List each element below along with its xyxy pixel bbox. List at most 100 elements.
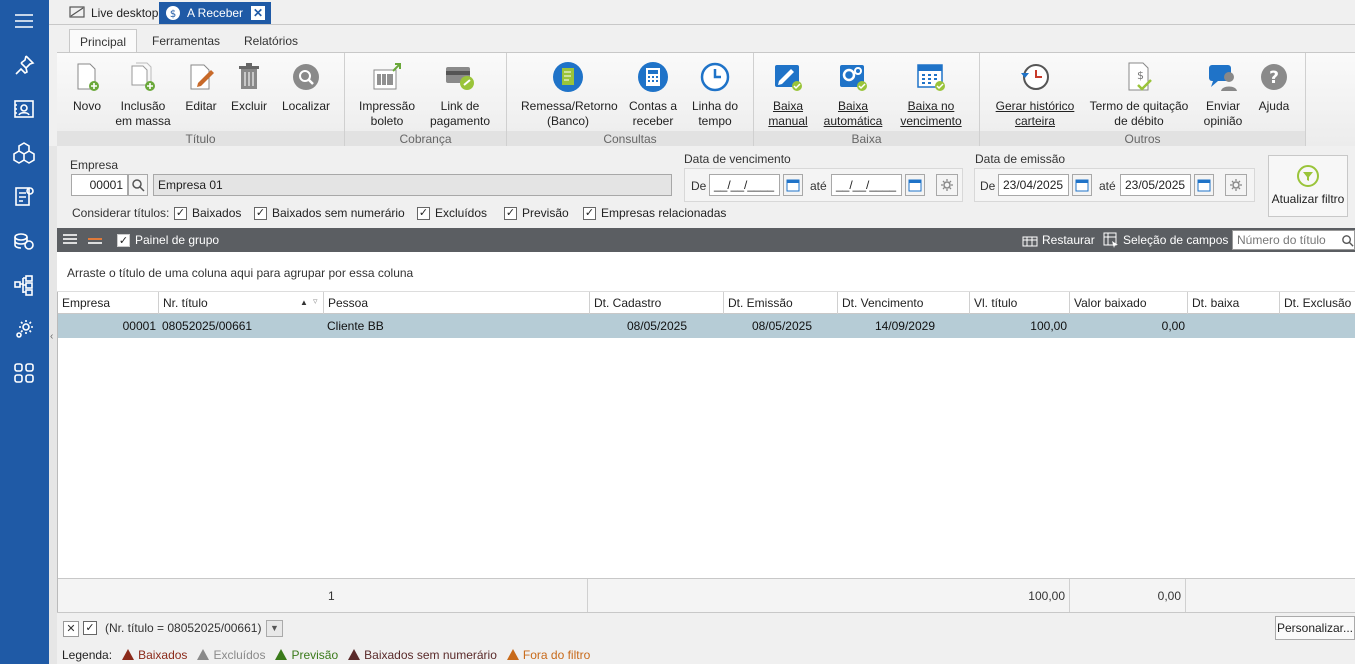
clear-filter-button[interactable]: ✕ (63, 621, 79, 637)
novo-button[interactable]: Novo (67, 61, 107, 114)
col-dt-emissao[interactable]: Dt. Emissão (724, 292, 838, 314)
filter-refresh-icon (1297, 165, 1319, 187)
venc-from-input[interactable]: __/__/____ (709, 174, 780, 196)
painel-label: Painel de grupo (135, 233, 220, 247)
emis-from-calendar-button[interactable] (1072, 174, 1092, 196)
col-dt-baixa[interactable]: Dt. baixa (1188, 292, 1280, 314)
baixa-vencimento-button[interactable]: Baixa no vencimento (896, 61, 966, 129)
filter-enabled-checkbox[interactable]: ✓ (83, 621, 97, 635)
selecao-campos-button[interactable]: Seleção de campos (1103, 228, 1228, 252)
group-by-panel[interactable]: Arraste o título de uma coluna aqui para… (57, 252, 1355, 292)
check-empresas-relacionadas[interactable]: ✓ Empresas relacionadas (583, 206, 726, 220)
col-empresa[interactable]: Empresa (58, 292, 159, 314)
considerar-label: Considerar títulos: (72, 206, 170, 220)
cubes-icon[interactable] (9, 138, 39, 168)
collapse-rows-icon[interactable] (87, 228, 103, 252)
menu-icon[interactable] (9, 6, 39, 36)
venc-options-button[interactable] (936, 174, 958, 196)
legend-item-excluidos: Excluídos (197, 648, 265, 662)
inclusao-em-massa-button[interactable]: Inclusão em massa (113, 61, 173, 129)
excluir-label: Excluir (230, 99, 267, 113)
venc-from-calendar-button[interactable] (783, 174, 803, 196)
settings-icon[interactable] (9, 314, 39, 344)
editar-button[interactable]: Editar (181, 61, 221, 114)
personalizar-button[interactable]: Personalizar... (1275, 616, 1355, 640)
opiniao-label: Enviar opinião (1203, 99, 1243, 128)
baixa-automatica-button[interactable]: Baixa automática (820, 61, 886, 129)
check-empresas-label: Empresas relacionadas (601, 206, 727, 220)
ribbon-tab-ferramentas[interactable]: Ferramentas (142, 29, 230, 53)
close-tab-button[interactable]: ✕ (251, 6, 266, 20)
calendar-check-icon (915, 61, 947, 93)
ajuda-button[interactable]: ? Ajuda (1254, 61, 1294, 114)
ribbon-tab-relatorios[interactable]: Relatórios (234, 29, 308, 53)
expand-rows-icon[interactable] (62, 228, 78, 252)
restaurar-button[interactable]: Restaurar (1022, 228, 1095, 252)
emis-options-button[interactable] (1225, 174, 1247, 196)
termo-quitacao-button[interactable]: $ Termo de quitação de débito (1088, 61, 1190, 129)
filter-icon[interactable]: ▿ (313, 292, 318, 312)
pin-icon[interactable] (9, 50, 39, 80)
tab-live-desktop[interactable]: Live desktop (63, 2, 164, 24)
tab-a-receber[interactable]: $ A Receber ✕ (159, 2, 272, 24)
table-row[interactable]: 00001 08052025/00661 Cliente BB 08/05/20… (58, 314, 1355, 338)
legend-label: Legenda: (62, 647, 113, 662)
link-pagamento-button[interactable]: Link de pagamento (427, 61, 493, 129)
sort-ascending-icon: ▲ (300, 298, 308, 307)
col-vl-titulo[interactable]: Vl. título (970, 292, 1070, 314)
gear-icon (941, 179, 953, 191)
remessa-retorno-button[interactable]: Remessa/Retorno (Banco) (521, 61, 618, 129)
filter-expression[interactable]: (Nr. título = 08052025/00661) (105, 621, 261, 635)
coins-icon[interactable] (9, 226, 39, 256)
clock-icon (699, 61, 731, 93)
desktop-icon (69, 6, 85, 18)
invoice-icon[interactable] (9, 182, 39, 212)
venc-to-calendar-button[interactable] (905, 174, 925, 196)
baixa-manual-button[interactable]: Baixa manual (766, 61, 810, 129)
calendar-icon (1197, 179, 1211, 192)
search-icon[interactable] (1341, 228, 1354, 252)
excluir-button[interactable]: Excluir (229, 61, 269, 114)
gerar-historico-button[interactable]: Gerar histórico carteira (990, 61, 1080, 129)
localizar-button[interactable]: Localizar (279, 61, 333, 114)
emis-from-input[interactable]: 23/04/2025 (998, 174, 1069, 196)
contacts-icon[interactable] (9, 94, 39, 124)
gears-icon (837, 61, 869, 93)
col-dt-exclusao[interactable]: Dt. Exclusão (1280, 292, 1355, 314)
group-outros: Gerar histórico carteira $ Termo de quit… (980, 53, 1306, 147)
atualizar-filtro-button[interactable]: Atualizar filtro (1268, 155, 1348, 217)
hierarchy-icon[interactable] (9, 270, 39, 300)
svg-text:$: $ (1137, 69, 1144, 82)
col-dt-vencimento[interactable]: Dt. Vencimento (838, 292, 970, 314)
col-valor-baixado[interactable]: Valor baixado (1070, 292, 1188, 314)
emis-to-input[interactable]: 23/05/2025 (1120, 174, 1191, 196)
warning-triangle-icon (275, 649, 288, 660)
empresa-label: Empresa (70, 158, 119, 172)
check-baixados[interactable]: ✓ Baixados (174, 206, 241, 220)
venc-to-input[interactable]: __/__/____ (831, 174, 902, 196)
col-nr-titulo[interactable]: Nr. título ▲ ▿ (159, 292, 324, 314)
check-previsao[interactable]: ✓ Previsão (504, 206, 569, 220)
legend-excluidos-label: Excluídos (213, 647, 266, 662)
empresa-search-button[interactable] (128, 174, 148, 196)
apps-icon[interactable] (9, 358, 39, 388)
filter-history-dropdown[interactable]: ▼ (266, 620, 283, 637)
col-dt-cadastro[interactable]: Dt. Cadastro (590, 292, 724, 314)
panel-splitter[interactable]: ‹ (49, 146, 57, 664)
enviar-opiniao-button[interactable]: Enviar opinião (1200, 61, 1246, 129)
group-cobranca-label: Cobrança (345, 131, 506, 147)
ribbon-tab-principal[interactable]: Principal (69, 29, 138, 53)
contas-a-receber-button[interactable]: Contas a receber (625, 61, 681, 129)
impressao-boleto-button[interactable]: Impressão boleto (357, 61, 417, 129)
check-baixados-sem-numerario[interactable]: ✓ Baixados sem numerário (254, 206, 405, 220)
check-excluidos[interactable]: ✓ Excluídos (417, 206, 487, 220)
linha-do-tempo-button[interactable]: Linha do tempo (687, 61, 743, 129)
empresa-code-input[interactable]: 00001 (71, 174, 128, 196)
emissao-range: De 23/04/2025 até 23/05/2025 (974, 168, 1255, 202)
new-document-icon (71, 61, 103, 93)
numero-titulo-search-input[interactable]: Número do título (1232, 230, 1355, 250)
emis-to-calendar-button[interactable] (1194, 174, 1214, 196)
col-pessoa[interactable]: Pessoa (324, 292, 590, 314)
painel-de-grupo-toggle[interactable]: ✓ Painel de grupo (117, 228, 219, 252)
legend-item-sem-numerario: Baixados sem numerário (348, 648, 497, 662)
